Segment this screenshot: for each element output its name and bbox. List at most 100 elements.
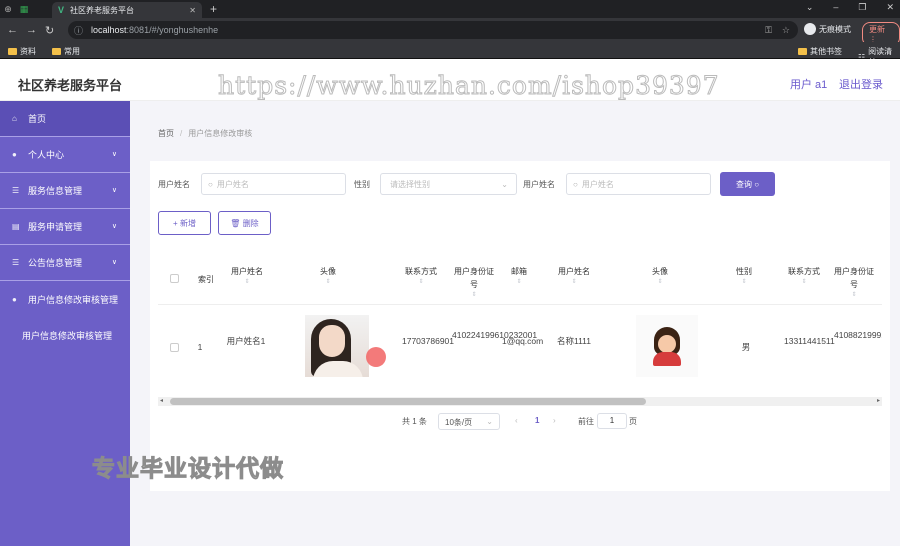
page-size-select[interactable]: 10条/页 ⌄ [438,413,500,430]
column-header[interactable]: 用户身份证号 ⇕ [454,265,494,299]
bookmark-folder[interactable]: 其他书签 [798,46,842,57]
bookmark-folder[interactable]: 资料 [8,46,36,57]
browser-tab-bar: ⊕ ▦ V 社区养老服务平台 ✕ + ⌄ – ❐ ✕ [0,0,900,18]
header-label: 头像 [652,267,668,276]
column-header[interactable]: 用户姓名 ⇕ [554,265,594,286]
bookmarks-bar: 资料 常用 其他书签 ☷阅读清单 [0,42,900,67]
watermark-text: https://www.huzhan.com/ishop39397 [218,71,720,101]
goto-page-input[interactable]: 1 [597,413,627,429]
header-label: 用户身份证号 [834,267,874,289]
sidebar-item-home[interactable]: ⌂ 首页 [0,101,130,137]
tab-title: 社区养老服务平台 [70,5,135,15]
new-tab-icon[interactable]: + [210,2,217,16]
header-label: 头像 [320,267,336,276]
bookmark-label: 资料 [20,47,36,56]
header-label: 邮箱 [511,267,527,276]
filter-name2-label: 用户姓名 [523,180,555,189]
sort-icon[interactable]: ⇕ [504,278,534,286]
sidebar-item-service-apply[interactable]: ▤ 服务申请管理 ∨ [0,209,130,245]
doc-icon: ▤ [12,222,20,231]
vue-logo-icon: V [58,5,65,15]
column-header[interactable]: 头像 ⇕ [640,265,680,286]
filter-name-label: 用户姓名 [158,180,190,189]
search-icon: ○ [754,179,760,189]
sidebar-subitem-user-audit[interactable]: 用户信息修改审核管理 [0,317,130,353]
address-bar: ← → ↻ ⓘ localhost :8081/#/yonghushenhe ⚿… [0,18,900,46]
query-button[interactable]: 查询 ○ [720,172,775,196]
forward-icon[interactable]: → [26,24,38,36]
url-path: :8081/#/yonghushenhe [126,25,219,35]
info-icon[interactable]: ⓘ [74,24,83,37]
url-input[interactable]: ⓘ localhost :8081/#/yonghushenhe ⚿ ☆ [68,21,798,39]
filter-name-input[interactable]: ○ 用户姓名 [201,173,346,195]
trash-icon: 🗑 [230,218,241,228]
header-label: 用户身份证号 [454,267,494,289]
current-user: 用户 a1 [790,79,828,91]
cartoon-avatar[interactable] [636,315,698,377]
column-header[interactable]: 邮箱 ⇕ [504,265,534,286]
goto-label: 前往 [578,417,594,426]
sidebar-item-user-audit[interactable]: ● 用户信息修改审核管理 [0,281,130,317]
sidebar-item-label: 服务信息管理 [28,186,83,196]
back-icon[interactable]: ← [7,24,19,36]
next-page-icon[interactable]: › [553,416,556,425]
sort-icon[interactable]: ⇕ [784,278,824,286]
user-icon: ● [12,294,17,304]
column-header[interactable]: 性别 ⇕ [730,265,758,286]
restore-icon[interactable]: ❐ [858,2,866,13]
header-label: 用户姓名 [231,267,263,276]
column-header[interactable]: 用户姓名 ⇕ [228,265,266,286]
sort-icon[interactable]: ⇕ [228,278,266,286]
chevron-down-icon: ∨ [111,223,117,230]
incognito-indicator[interactable]: 无痕模式 [804,23,851,35]
sheet-icon[interactable]: ▦ [16,4,32,15]
sort-icon[interactable]: ⇕ [402,278,440,286]
sidebar-item-personal-center[interactable]: ● 个人中心 ∨ [0,137,130,173]
select-all-checkbox[interactable] [170,274,179,283]
sort-icon[interactable]: ⇕ [554,278,594,286]
app-header: 社区养老服务平台 https://www.huzhan.com/ishop393… [0,59,900,101]
minimize-icon[interactable]: – [833,2,838,13]
table-row[interactable]: 1 用户姓名1 17703786901 410224199610232001 1… [158,305,882,387]
globe-icon[interactable]: ⊕ [0,4,16,15]
close-icon[interactable]: ✕ [189,6,196,15]
user-photo[interactable] [305,315,369,377]
add-button[interactable]: + 新增 [158,211,211,235]
reload-icon[interactable]: ↻ [45,24,57,37]
update-label: 更新 [869,25,885,34]
breadcrumb-home[interactable]: 首页 [158,129,174,138]
chevron-down-icon[interactable]: ⌄ [806,2,814,13]
row-checkbox[interactable] [170,343,179,352]
column-header[interactable]: 用户身份证号 ⇕ [834,265,874,299]
horizontal-scrollbar[interactable]: ◂ ▸ [158,397,882,406]
page-unit-label: 页 [629,417,637,426]
sort-icon[interactable]: ⇕ [730,278,758,286]
sort-icon[interactable]: ⇕ [308,278,348,286]
sidebar-item-label: 用户信息修改审核管理 [28,294,119,305]
filter-name2-input[interactable]: ○ 用户姓名 [566,173,711,195]
star-icon[interactable]: ☆ [782,25,790,36]
gender-select[interactable]: 请选择性别 ⌄ [380,173,517,195]
user-icon: ● [12,150,17,159]
logout-button[interactable]: 退出登录 [839,76,883,92]
key-icon[interactable]: ⚿ [765,25,772,36]
browser-tab[interactable]: V 社区养老服务平台 ✕ [52,2,202,18]
photo-face [319,325,345,357]
bookmark-folder[interactable]: 常用 [52,46,80,57]
page-number[interactable]: 1 [535,416,539,425]
column-header[interactable]: 联系方式 ⇕ [402,265,440,286]
scroll-left-icon[interactable]: ◂ [160,397,163,404]
scroll-right-icon[interactable]: ▸ [877,397,880,404]
sort-icon[interactable]: ⇕ [454,291,494,299]
sidebar-item-service-info[interactable]: ☰ 服务信息管理 ∨ [0,173,130,209]
sidebar-item-notice[interactable]: ☰ 公告信息管理 ∨ [0,245,130,281]
column-header[interactable]: 联系方式 ⇕ [784,265,824,286]
sort-icon[interactable]: ⇕ [640,278,680,286]
prev-page-icon[interactable]: ‹ [515,416,518,425]
close-window-icon[interactable]: ✕ [886,2,894,13]
scrollbar-thumb[interactable] [170,398,646,405]
plus-icon: + [173,218,178,228]
column-header[interactable]: 头像 ⇕ [308,265,348,286]
delete-button[interactable]: 🗑 删除 [218,211,271,235]
sort-icon[interactable]: ⇕ [834,291,874,299]
